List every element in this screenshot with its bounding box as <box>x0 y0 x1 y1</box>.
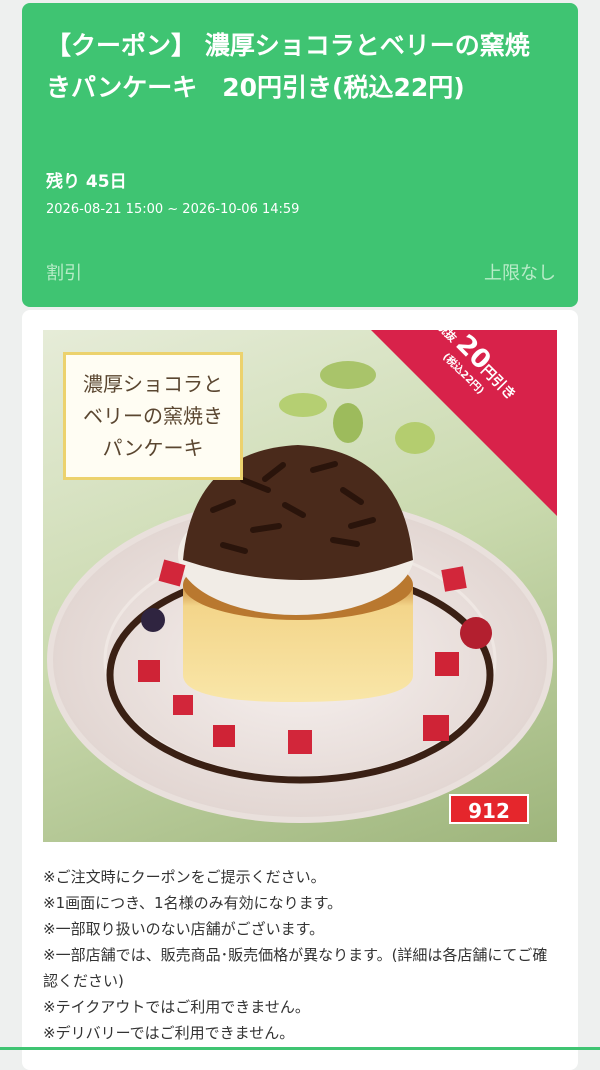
note-item: ※テイクアウトではご利用できません。 <box>43 998 310 1016</box>
coupon-detail-card: 濃厚ショコラと ベリーの窯焼き パンケーキ 税抜20円引き (税込22円) 91… <box>22 310 578 1070</box>
coupon-notes: ※ご注文時にクーポンをご提示ください。 ※1画面につき、1名様のみ有効になります… <box>43 864 558 1046</box>
discount-type-label: 割引 <box>46 263 82 284</box>
note-item: ※一部店舗では、販売商品･販売価格が異なります。(詳細は各店舗にてご確認ください… <box>43 946 548 990</box>
note-item: ※1画面につき、1名様のみ有効になります。 <box>43 894 343 912</box>
product-name-label: 濃厚ショコラと ベリーの窯焼き パンケーキ <box>83 372 223 460</box>
valid-period: 2026-08-21 15:00 ~ 2026-10-06 14:59 <box>46 202 300 217</box>
coupon-title: 【クーポン】 濃厚ショコラとベリーの窯焼きパンケーキ 20円引き(税込22円) <box>46 31 530 102</box>
coupon-code-badge: 912 <box>449 794 529 824</box>
note-item: ※デリバリーではご利用できません。 <box>43 1024 295 1042</box>
product-name-box: 濃厚ショコラと ベリーの窯焼き パンケーキ <box>63 352 243 480</box>
product-image: 濃厚ショコラと ベリーの窯焼き パンケーキ 税抜20円引き (税込22円) 91… <box>43 330 557 842</box>
note-item: ※一部取り扱いのない店舗がございます。 <box>43 920 325 938</box>
usage-limit-label: 上限なし <box>484 263 556 284</box>
remaining-days: 残り 45日 <box>46 172 127 192</box>
note-item: ※ご注文時にクーポンをご提示ください。 <box>43 868 326 886</box>
coupon-header: 【クーポン】 濃厚ショコラとベリーの窯焼きパンケーキ 20円引き(税込22円) … <box>22 3 578 307</box>
